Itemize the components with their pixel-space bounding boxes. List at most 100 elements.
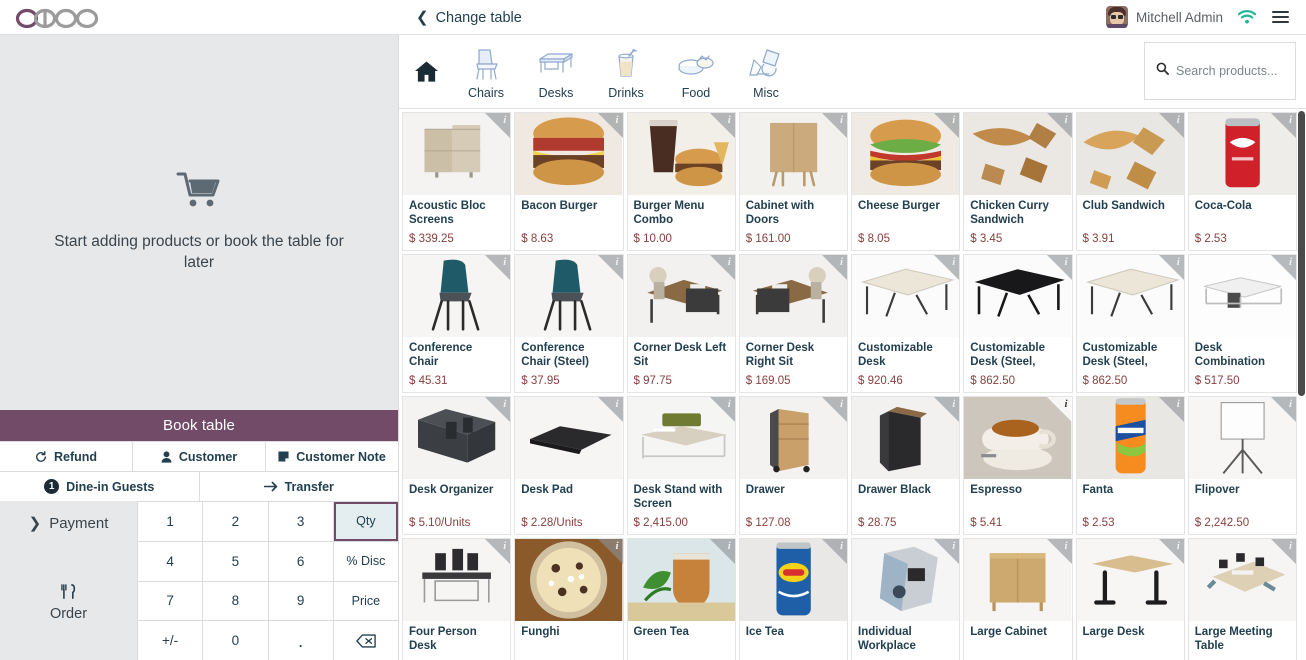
- numpad-key-9[interactable]: 9: [268, 581, 333, 621]
- category-drinks[interactable]: Drinks: [591, 37, 661, 107]
- numpad-key-7[interactable]: 7: [138, 581, 203, 621]
- product-info-icon[interactable]: [1271, 539, 1296, 564]
- refund-button[interactable]: Refund: [0, 442, 133, 471]
- product-card[interactable]: i Espresso $ 5.41: [963, 396, 1073, 535]
- dine-in-guests-button[interactable]: 1 Dine-in Guests: [0, 472, 200, 501]
- numpad-key-6[interactable]: 6: [268, 541, 333, 581]
- product-info-letter: i: [1288, 114, 1292, 126]
- product-card[interactable]: i Funghi: [514, 538, 624, 660]
- product-info-icon[interactable]: [822, 539, 847, 564]
- product-card[interactable]: i Large Meeting Table: [1187, 538, 1297, 660]
- product-info-icon[interactable]: [485, 397, 511, 422]
- product-info-icon[interactable]: [709, 255, 735, 280]
- user-menu[interactable]: Mitchell Admin: [1105, 6, 1223, 28]
- product-card[interactable]: i Cabinet with Doors $ 161.00: [738, 112, 848, 251]
- product-info-icon[interactable]: [1271, 255, 1296, 280]
- product-card[interactable]: i Drawer $ 127.08: [738, 396, 848, 535]
- numpad-key-5[interactable]: 5: [203, 541, 268, 581]
- product-info-icon[interactable]: [1158, 113, 1184, 138]
- product-card[interactable]: i Chicken Curry Sandwich $ 3.45: [963, 112, 1073, 251]
- product-info-icon[interactable]: [1158, 397, 1184, 422]
- category-chairs[interactable]: Chairs: [451, 37, 521, 107]
- numpad-key-disc[interactable]: % Disc: [333, 541, 398, 581]
- product-info-icon[interactable]: [822, 113, 847, 138]
- category-desks[interactable]: Desks: [521, 37, 591, 107]
- products-scrollbar[interactable]: [1298, 111, 1305, 396]
- product-info-icon[interactable]: [1158, 539, 1184, 564]
- product-card[interactable]: i Desk Combination $ 517.50: [1187, 254, 1297, 393]
- product-card[interactable]: i Conference Chair (Aluminium) $ 45.31: [402, 254, 512, 393]
- change-table-button[interactable]: ❮ Change table: [416, 10, 522, 26]
- product-info-icon[interactable]: [709, 539, 735, 564]
- numpad-key-3[interactable]: 3: [268, 502, 333, 541]
- numpad-backspace[interactable]: [333, 621, 398, 660]
- product-info-icon[interactable]: [485, 113, 511, 138]
- product-card[interactable]: i Customizable Desk (Steel, White) $ 862.5…: [1075, 254, 1185, 393]
- product-card[interactable]: i Corner Desk Left Sit $ 97.75: [626, 254, 736, 393]
- product-card[interactable]: i Customizable Desk (Steel, Black) $ 862.5…: [963, 254, 1073, 393]
- product-info-icon[interactable]: [1158, 255, 1184, 280]
- product-card[interactable]: i Four Person Desk: [402, 538, 512, 660]
- product-card[interactable]: i Corner Desk Right Sit $ 169.05: [738, 254, 848, 393]
- numpad-key-qty[interactable]: Qty: [333, 502, 398, 541]
- numpad-key-4[interactable]: 4: [138, 541, 203, 581]
- product-info-icon[interactable]: [822, 255, 847, 280]
- product-info-icon[interactable]: [934, 539, 960, 564]
- order-button[interactable]: Order: [0, 546, 137, 660]
- numpad-key-[interactable]: +/-: [138, 621, 203, 660]
- product-card[interactable]: i Burger Menu Combo $ 10.00: [626, 112, 736, 251]
- food-icon: [678, 54, 714, 75]
- product-info-icon[interactable]: [934, 397, 960, 422]
- product-card[interactable]: i Cheese Burger $ 8.05: [851, 112, 961, 251]
- product-info-icon[interactable]: [1271, 397, 1296, 422]
- customer-note-button[interactable]: Customer Note: [266, 442, 398, 471]
- product-info-icon[interactable]: [822, 397, 847, 422]
- numpad-key-8[interactable]: 8: [203, 581, 268, 621]
- product-card[interactable]: i Flipover $ 2,242.50: [1187, 396, 1297, 535]
- product-card[interactable]: i Fanta $ 2.53: [1075, 396, 1185, 535]
- product-info-icon[interactable]: [485, 539, 511, 564]
- product-card[interactable]: i Large Cabinet: [963, 538, 1073, 660]
- numpad-key-2[interactable]: 2: [203, 502, 268, 541]
- product-card[interactable]: i Club Sandwich $ 3.91: [1075, 112, 1185, 251]
- product-card[interactable]: i Desk Stand with Screen $ 2,415.00: [626, 396, 736, 535]
- category-home[interactable]: [405, 37, 447, 107]
- product-card[interactable]: i Large Desk: [1075, 538, 1185, 660]
- payment-button[interactable]: ❯ Payment: [0, 501, 137, 546]
- transfer-button[interactable]: Transfer: [199, 472, 398, 501]
- hamburger-menu-icon[interactable]: [1271, 8, 1290, 27]
- product-info-icon[interactable]: [934, 255, 960, 280]
- numpad-key-1[interactable]: 1: [138, 502, 203, 541]
- product-card[interactable]: i Individual Workplace: [851, 538, 961, 660]
- product-name: Cabinet with Doors: [745, 200, 815, 226]
- numpad-key-price[interactable]: Price: [333, 581, 398, 621]
- product-card[interactable]: i Customizable Desk (Aluminium… $ 920.46: [851, 254, 961, 393]
- product-info-icon[interactable]: [709, 397, 735, 422]
- book-table-button[interactable]: Book table: [0, 410, 398, 441]
- product-card[interactable]: i Bacon Burger $ 8.63: [514, 112, 624, 251]
- product-info-icon[interactable]: [485, 255, 511, 280]
- wifi-icon[interactable]: [1238, 10, 1256, 24]
- numpad-key-[interactable]: .: [268, 621, 333, 660]
- backspace-icon: [356, 634, 376, 648]
- search-box[interactable]: [1144, 42, 1296, 100]
- product-info-icon[interactable]: [1271, 113, 1296, 138]
- products-scroll-area[interactable]: i Acoustic Bloc Screens $ 339.25 i Bacon Bur…: [399, 109, 1306, 660]
- product-info-icon[interactable]: [934, 113, 960, 138]
- desk-icon: [539, 52, 573, 73]
- product-card[interactable]: i Coca-Cola $ 2.53: [1187, 112, 1297, 251]
- category-misc[interactable]: Misc: [731, 37, 801, 107]
- product-card[interactable]: i Desk Organizer $ 5.10/Units: [402, 396, 512, 535]
- customer-button[interactable]: Customer: [133, 442, 266, 471]
- numpad-key-0[interactable]: 0: [203, 621, 268, 660]
- product-card[interactable]: i Conference Chair (Steel) $ 37.95: [514, 254, 624, 393]
- product-card[interactable]: i Drawer Black $ 28.75: [851, 396, 961, 535]
- product-card[interactable]: i Desk Pad $ 2.28/Units: [514, 396, 624, 535]
- category-food[interactable]: Food: [661, 37, 731, 107]
- product-info-icon[interactable]: [709, 113, 735, 138]
- product-card[interactable]: i Ice Tea: [738, 538, 848, 660]
- product-card[interactable]: i Green Tea: [626, 538, 736, 660]
- product-card[interactable]: i Acoustic Bloc Screens $ 339.25: [402, 112, 512, 251]
- odoo-logo[interactable]: [0, 6, 200, 28]
- search-input[interactable]: [1176, 64, 1284, 78]
